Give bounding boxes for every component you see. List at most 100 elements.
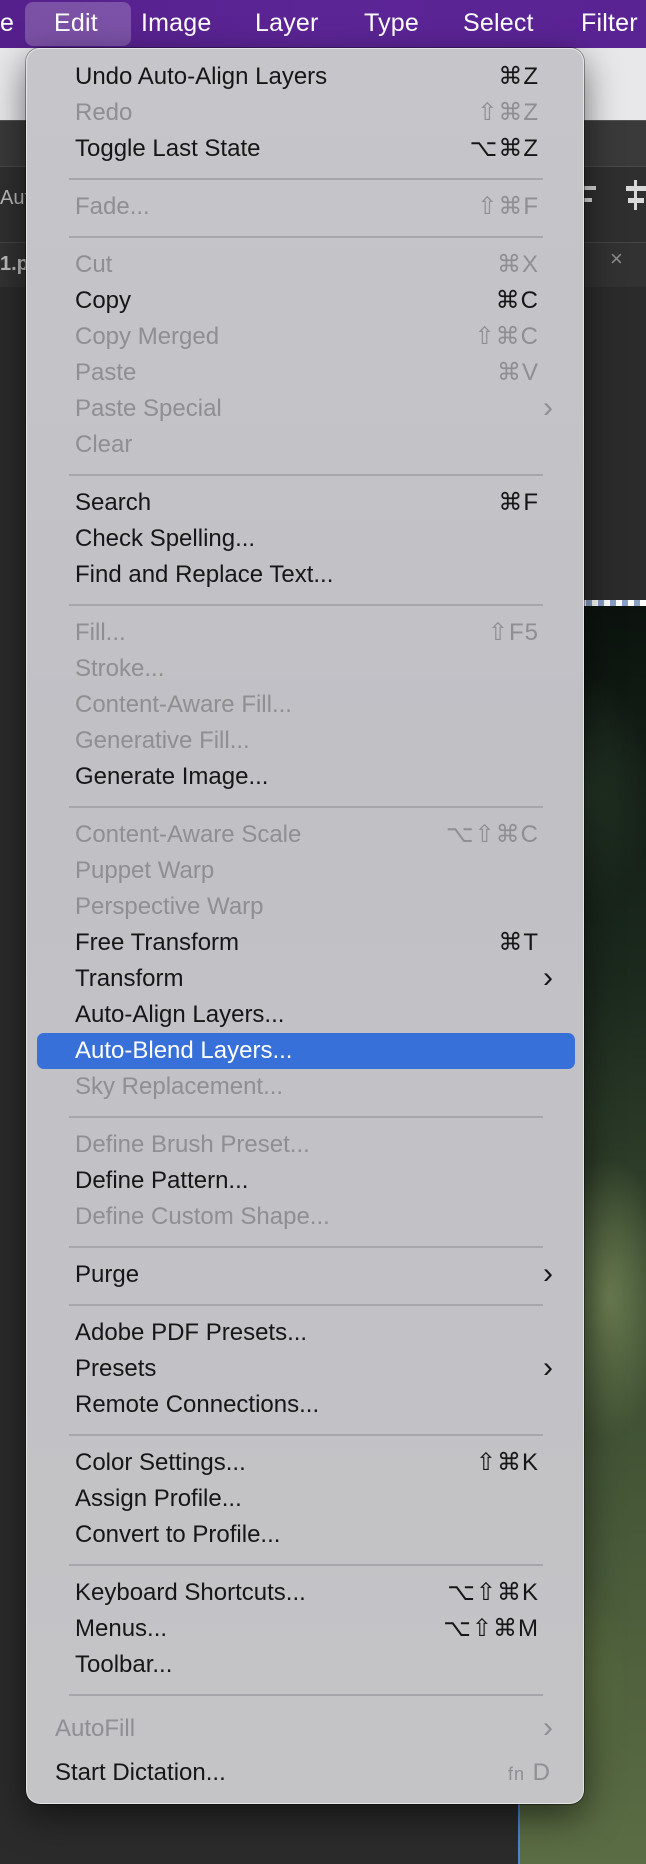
menu-item-define-custom-shape: Define Custom Shape... (37, 1199, 575, 1235)
document-tab-label[interactable]: 1.p (0, 253, 29, 276)
menu-item-paste-special: Paste Special › (37, 391, 575, 427)
menu-item-shortcut: ⇧F5 (487, 619, 539, 646)
menu-item-search[interactable]: Search ⌘F (37, 485, 575, 521)
menu-separator (69, 1564, 543, 1566)
distribute-icon[interactable] (626, 180, 646, 210)
menu-item-transform[interactable]: Transform › (37, 961, 575, 997)
menu-item-purge[interactable]: Purge › (37, 1257, 575, 1293)
menu-item-shortcut: ⌘F (498, 489, 539, 516)
menu-item-find-replace[interactable]: Find and Replace Text... (37, 557, 575, 593)
menu-item-label: Perspective Warp (75, 893, 264, 920)
menu-item-label: Puppet Warp (75, 857, 215, 884)
menu-item-label: Find and Replace Text... (75, 561, 334, 588)
menu-separator (69, 1246, 543, 1248)
menu-separator (69, 806, 543, 808)
menu-item-label: Auto-Align Layers... (75, 1001, 285, 1028)
menu-item-shortcut: ⌥⇧⌘C (445, 821, 539, 848)
menu-item-auto-align-layers[interactable]: Auto-Align Layers... (37, 997, 575, 1033)
menu-item-content-aware-scale: Content-Aware Scale ⌥⇧⌘C (37, 817, 575, 853)
menu-item-undo[interactable]: Undo Auto-Align Layers ⌘Z (37, 59, 575, 95)
menu-item-cut: Cut ⌘X (37, 247, 575, 283)
menu-item-perspective-warp: Perspective Warp (37, 889, 575, 925)
menu-item-label: Check Spelling... (75, 525, 256, 552)
menu-bar-item-image[interactable]: Image (141, 0, 211, 48)
menu-item-label: Start Dictation... (55, 1759, 226, 1786)
menu-item-generate-image[interactable]: Generate Image... (37, 759, 575, 795)
menu-item-label: Free Transform (75, 929, 240, 956)
close-tab-icon[interactable]: × (610, 246, 623, 272)
menu-item-puppet-warp: Puppet Warp (37, 853, 575, 889)
menu-item-label: Content-Aware Fill... (75, 691, 292, 718)
menu-separator (69, 1434, 543, 1436)
menu-bar-item-select[interactable]: Select (463, 0, 534, 48)
menu-bar: e Edit Image Layer Type Select Filter (0, 0, 646, 48)
menu-item-label: Adobe PDF Presets... (75, 1319, 308, 1346)
menu-item-remote-connections[interactable]: Remote Connections... (37, 1387, 575, 1423)
menu-item-shortcut: ⌥⌘Z (469, 135, 539, 162)
menu-item-label: Fill... (75, 619, 126, 646)
menu-item-toolbar[interactable]: Toolbar... (37, 1647, 575, 1683)
chevron-right-icon: › (543, 1711, 553, 1744)
menu-item-copy[interactable]: Copy ⌘C (37, 283, 575, 319)
menu-item-assign-profile[interactable]: Assign Profile... (37, 1481, 575, 1517)
menu-item-autofill: AutoFill › (37, 1711, 575, 1747)
chevron-right-icon: › (543, 961, 553, 994)
menu-item-label: Generative Fill... (75, 727, 250, 754)
menu-item-label: Define Custom Shape... (75, 1203, 330, 1230)
menu-item-keyboard-shortcuts[interactable]: Keyboard Shortcuts... ⌥⇧⌘K (37, 1575, 575, 1611)
menu-item-label: Search (75, 489, 152, 516)
menu-item-shortcut: fn D (507, 1759, 551, 1786)
menu-item-auto-blend-layers[interactable]: Auto-Blend Layers... (37, 1033, 575, 1069)
menu-item-label: Generate Image... (75, 763, 269, 790)
menu-item-fade: Fade... ⇧⌘F (37, 189, 575, 225)
menu-item-adobe-pdf-presets[interactable]: Adobe PDF Presets... (37, 1315, 575, 1351)
menu-item-toggle-last-state[interactable]: Toggle Last State ⌥⌘Z (37, 131, 575, 167)
menu-item-clear: Clear (37, 427, 575, 463)
menu-item-label: Define Pattern... (75, 1167, 249, 1194)
menu-bar-item-edit[interactable]: Edit (54, 0, 98, 48)
menu-item-label: Define Brush Preset... (75, 1131, 310, 1158)
menu-item-shortcut: ⌘X (496, 251, 539, 278)
menu-item-shortcut: ⌘V (496, 359, 539, 386)
menu-bar-item-layer[interactable]: Layer (255, 0, 319, 48)
menu-item-define-pattern[interactable]: Define Pattern... (37, 1163, 575, 1199)
menu-item-color-settings[interactable]: Color Settings... ⇧⌘K (37, 1445, 575, 1481)
menu-bar-item-partial[interactable]: e (0, 0, 14, 48)
menu-item-start-dictation[interactable]: Start Dictation... fn D (37, 1755, 575, 1791)
menu-item-content-aware-fill: Content-Aware Fill... (37, 687, 575, 723)
menu-item-check-spelling[interactable]: Check Spelling... (37, 521, 575, 557)
menu-item-label: Auto-Blend Layers... (75, 1037, 293, 1064)
menu-item-redo: Redo ⇧⌘Z (37, 95, 575, 131)
menu-item-label: Clear (75, 431, 133, 458)
chevron-right-icon: › (543, 391, 553, 424)
menu-item-label: Toggle Last State (75, 135, 261, 162)
menu-separator (69, 178, 543, 180)
menu-item-label: Presets (75, 1355, 157, 1382)
menu-item-generative-fill: Generative Fill... (37, 723, 575, 759)
menu-bar-item-type[interactable]: Type (364, 0, 419, 48)
menu-item-convert-to-profile[interactable]: Convert to Profile... (37, 1517, 575, 1553)
menu-item-shortcut: ⌥⇧⌘M (443, 1615, 539, 1642)
edit-menu: Undo Auto-Align Layers ⌘Z Redo ⇧⌘Z Toggl… (26, 48, 584, 1804)
menu-item-shortcut: ⌘T (498, 929, 539, 956)
menu-item-define-brush-preset: Define Brush Preset... (37, 1127, 575, 1163)
menu-item-label: Toolbar... (75, 1651, 173, 1678)
menu-item-free-transform[interactable]: Free Transform ⌘T (37, 925, 575, 961)
menu-separator (69, 236, 543, 238)
menu-item-label: Purge (75, 1261, 140, 1288)
menu-item-label: Convert to Profile... (75, 1521, 281, 1548)
menu-item-label: Cut (75, 251, 113, 278)
menu-item-label: Fade... (75, 193, 150, 220)
menu-item-sky-replacement: Sky Replacement... (37, 1069, 575, 1105)
menu-item-stroke: Stroke... (37, 651, 575, 687)
menu-item-shortcut: ⌘Z (498, 63, 539, 90)
menu-item-shortcut: ⇧⌘Z (477, 99, 539, 126)
menu-item-shortcut: ⇧⌘F (477, 193, 539, 220)
menu-item-label: Color Settings... (75, 1449, 246, 1476)
menu-separator (69, 1304, 543, 1306)
menu-item-label: Copy (75, 287, 132, 314)
menu-item-menus[interactable]: Menus... ⌥⇧⌘M (37, 1611, 575, 1647)
menu-bar-item-filter[interactable]: Filter (581, 0, 638, 48)
menu-item-presets[interactable]: Presets › (37, 1351, 575, 1387)
menu-item-shortcut: ⌘C (495, 287, 539, 314)
